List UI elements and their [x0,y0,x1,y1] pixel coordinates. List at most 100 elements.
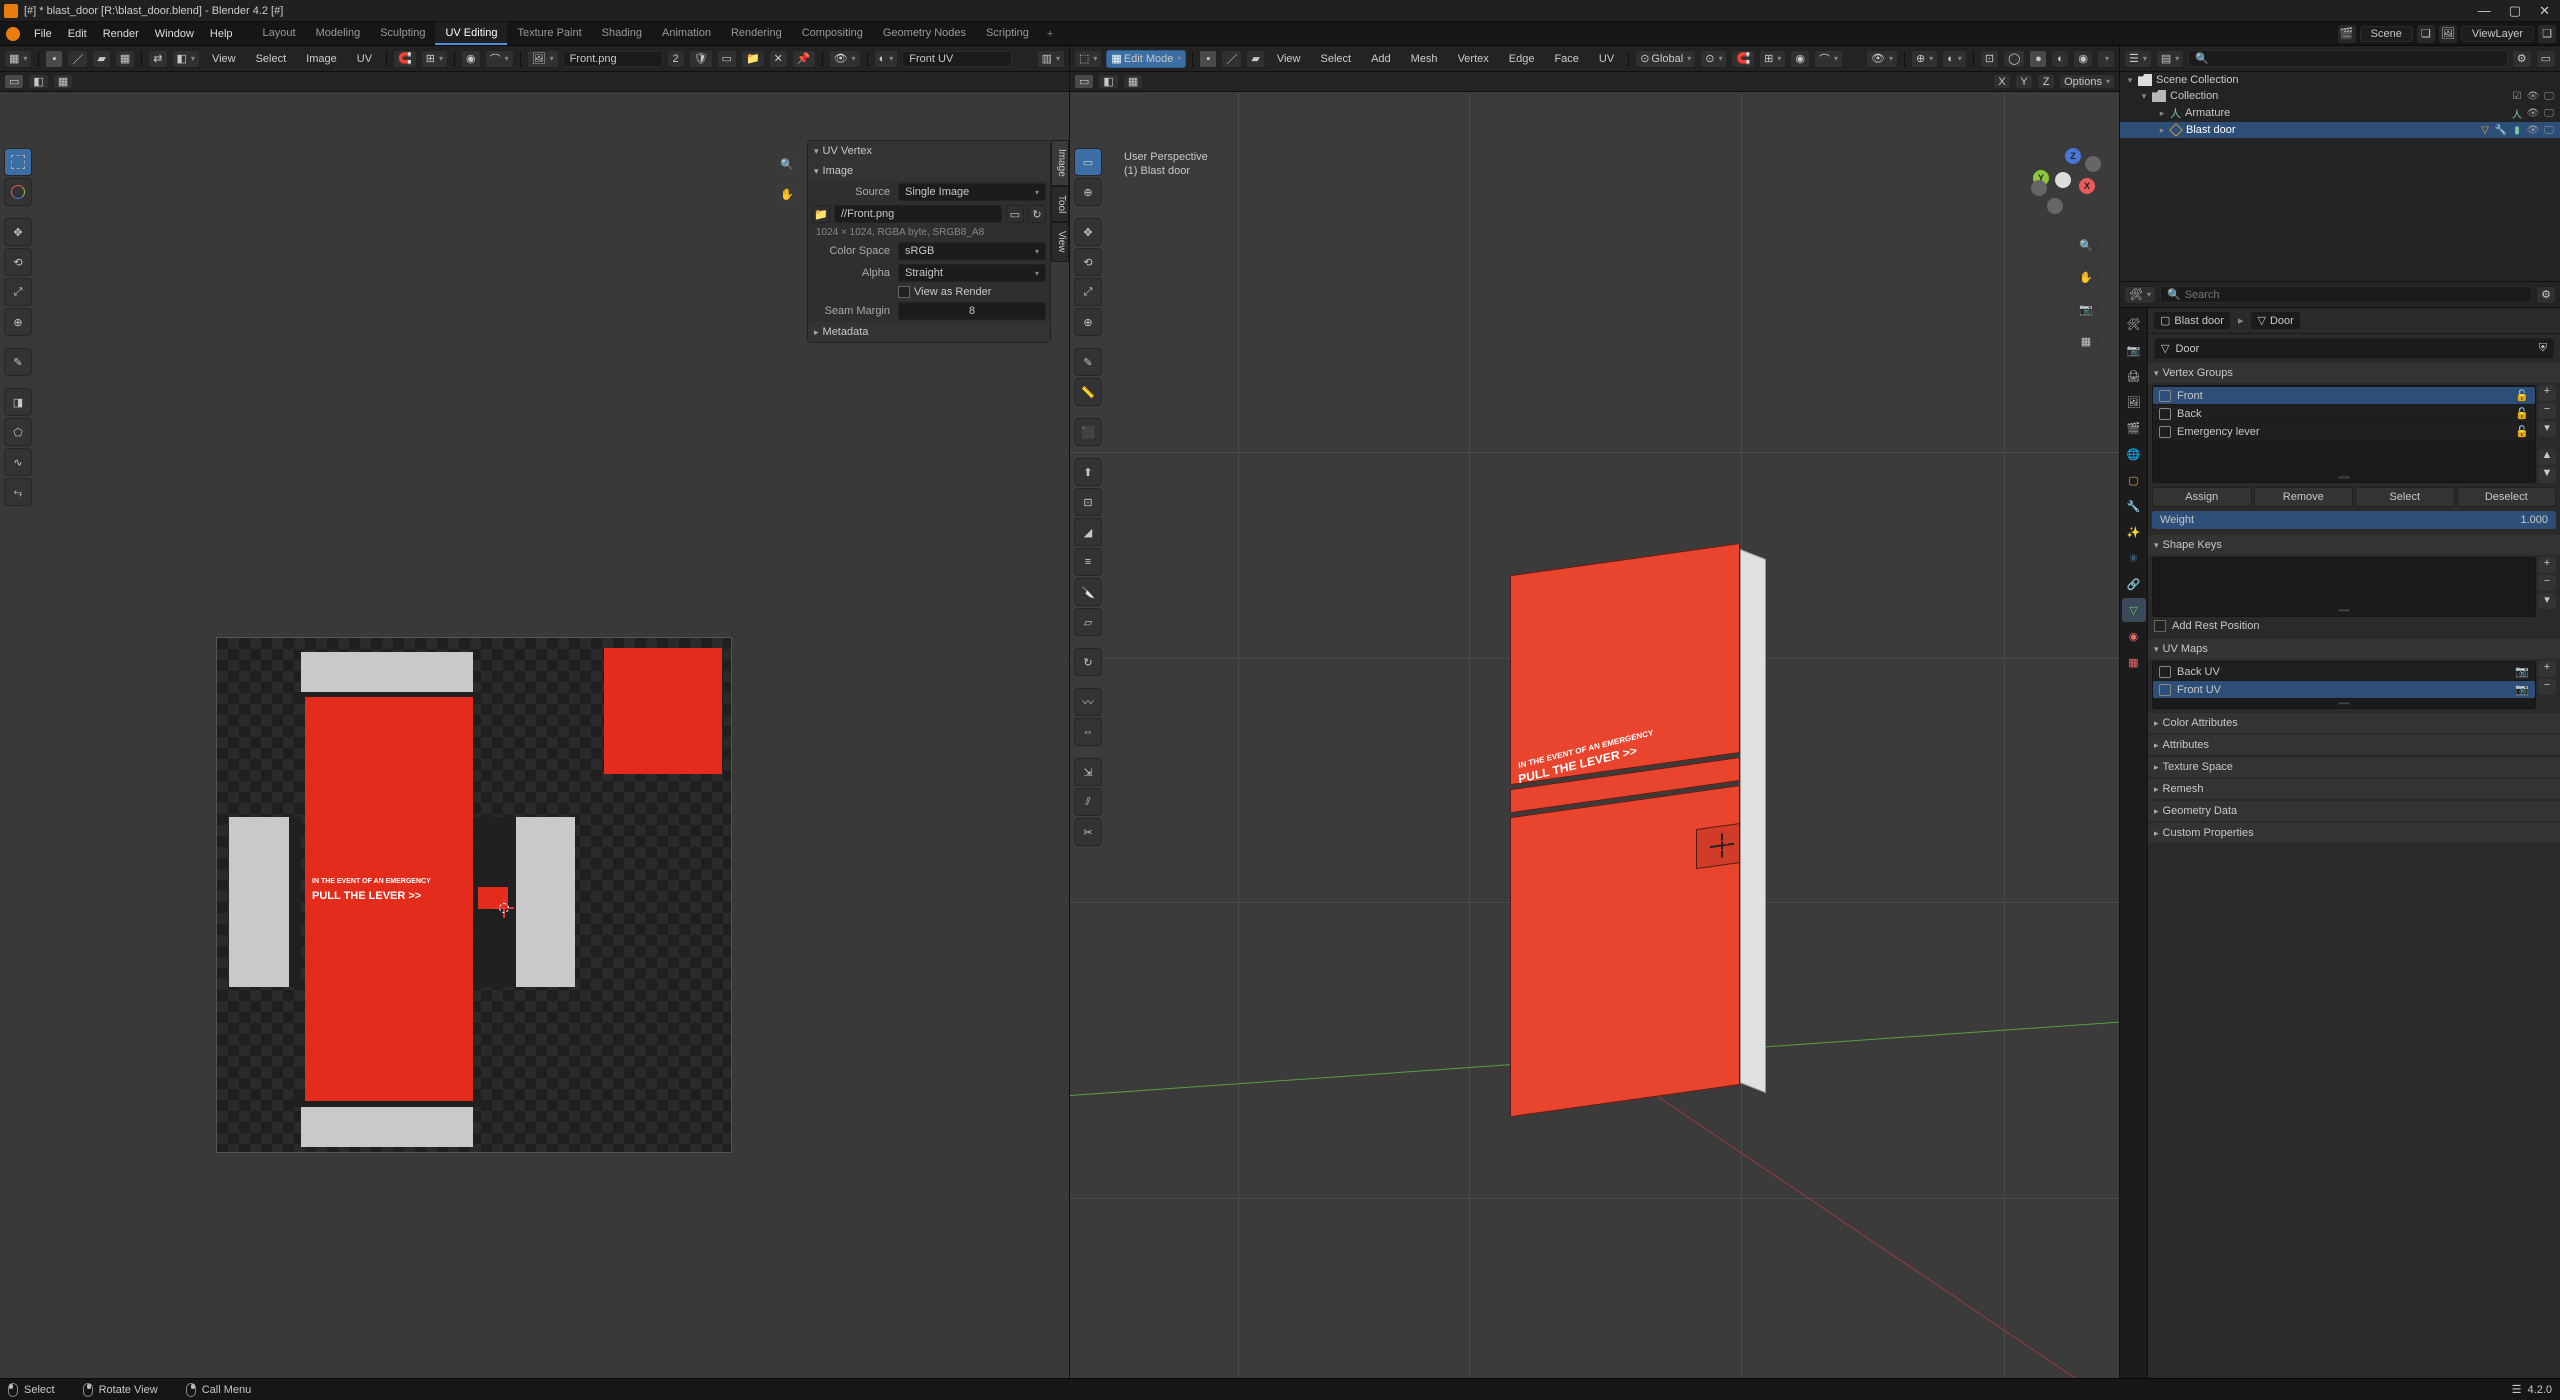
mesh-name-field[interactable]: ▽ Door⛨ [2154,338,2554,359]
properties-options[interactable]: ⚙ [2536,286,2556,304]
uv-select-mode-island[interactable]: ▦ [115,50,135,68]
menu-help[interactable]: Help [202,28,241,40]
gizmo-neg-x[interactable] [2031,180,2047,196]
uv-toolsetting-1[interactable]: ▭ [4,74,24,89]
menu-window[interactable]: Window [147,28,202,40]
vgroup-item-back[interactable]: Back🔓 [2153,405,2535,422]
uvmap-remove-button[interactable]: − [2538,679,2556,695]
outliner-display-mode[interactable]: ▤▾ [2156,50,2184,68]
uv-alpha-select[interactable]: Straight▾ [898,264,1046,282]
uv-toolsetting-3[interactable]: ▦ [53,74,73,89]
uv-tool-rip[interactable]: ◨ [4,388,32,416]
vp-tool-move[interactable]: ✥ [1074,218,1102,246]
scene-name-field[interactable]: Scene [2360,26,2413,42]
uv-tool-transform[interactable]: ⊕ [4,308,32,336]
properties-editor-type[interactable]: 🛠▾ [2124,286,2156,304]
outliner-row-blast-door[interactable]: ▸ Blast door ▽🔧▮👁🖵 [2120,122,2560,138]
panel-uvmaps-header[interactable]: ▾UV Maps [2148,639,2560,659]
workspace-tab-geometry-nodes[interactable]: Geometry Nodes [873,22,976,45]
gizmo-neg-y[interactable] [2085,156,2101,172]
vp-camera-button[interactable]: 📷 [2073,296,2099,322]
workspace-tab-layout[interactable]: Layout [253,22,306,45]
vp-shading-material[interactable]: ◐ [2051,50,2069,68]
uv-overlays-dropdown[interactable]: ▥▾ [1037,50,1065,68]
vp-tool-knife[interactable]: 🔪 [1074,578,1102,606]
menu-file[interactable]: File [26,28,60,40]
armature-data-icon[interactable]: 人 [2510,106,2524,120]
uv-menu-uv[interactable]: UV [349,53,380,65]
vp-shading-wire[interactable]: ◯ [2003,50,2025,68]
gizmo-x-axis[interactable]: X [2079,178,2095,194]
gizmo-neg-z[interactable] [2047,198,2063,214]
vp-tool-edgeslide[interactable]: ⇔ [1074,718,1102,746]
vgroup-move-down[interactable]: ▼ [2538,467,2556,483]
vp-snap-type[interactable]: ⊞▾ [1759,50,1786,68]
window-minimize-button[interactable]: — [2478,3,2491,19]
prop-tab-scene[interactable]: 🎬 [2122,416,2146,440]
uvmap-item-front[interactable]: Front UV📷 [2153,681,2535,698]
vp-xyz-y[interactable]: Y [2015,74,2033,89]
scene-browse-icon[interactable]: 🎬 [2338,25,2356,43]
vp-menu-view[interactable]: View [1269,53,1309,65]
mode-selector[interactable]: ▦ Edit Mode▾ [1106,50,1186,68]
prop-tab-viewlayer[interactable]: 🖼 [2122,390,2146,414]
uv-snap-toggle[interactable]: 🧲 [393,50,417,68]
vp-menu-uv[interactable]: UV [1591,53,1622,65]
uv-canvas-area[interactable]: ✥ ⟲ ⤢ ⊕ ✎ ◨ ⬠ ∿ ⥆ 🔍 ✋ [0,92,1069,1378]
collection-exclude-checkbox[interactable]: ☑ [2510,89,2524,103]
vp-menu-mesh[interactable]: Mesh [1403,53,1446,65]
uv-image-browse[interactable]: 🖼▾ [527,50,559,68]
uv-tool-rotate[interactable]: ⟲ [4,248,32,276]
uv-filepath-field[interactable]: //Front.png [834,205,1002,223]
modifier-icon[interactable]: 🔧 [2494,123,2508,137]
vp-tool-bevel[interactable]: ◢ [1074,518,1102,546]
outliner-row-scene[interactable]: ▾ Scene Collection [2120,72,2560,88]
panel-vertex-groups-header[interactable]: ▾Vertex Groups [2148,363,2560,383]
scene-new-button[interactable]: ❏ [2417,25,2435,43]
uv-zoom-button[interactable]: 🔍 [775,152,799,176]
uv-tool-move[interactable]: ✥ [4,218,32,246]
uv-source-select[interactable]: Single Image▾ [898,183,1046,201]
vp-menu-add[interactable]: Add [1363,53,1399,65]
vp-tool-spin[interactable]: ↻ [1074,648,1102,676]
breadcrumb-object[interactable]: ▢ Blast door [2154,312,2230,329]
uv-image-pin[interactable]: 📌 [792,50,816,68]
lock-icon[interactable]: 🔓 [2515,389,2529,402]
prop-tab-modifier[interactable]: 🔧 [2122,494,2146,518]
editor-type-selector-3d[interactable]: ⬚▾ [1074,50,1102,68]
workspace-tab-uv-editing[interactable]: UV Editing [435,22,507,45]
vp-shading-dropdown[interactable]: ▾ [2097,50,2115,68]
uv-tool-relax[interactable]: ∿ [4,448,32,476]
armature-disable-icon[interactable]: 🖵 [2542,106,2556,120]
uv-tool-scale[interactable]: ⤢ [4,278,32,306]
uv-proportional-falloff[interactable]: ⌒▾ [485,50,514,68]
object-hide-icon[interactable]: 👁 [2526,123,2540,137]
uv-image-unlink[interactable]: ✕ [769,50,788,68]
uv-proportional-toggle[interactable]: ◉ [461,50,481,68]
mesh-data-icon[interactable]: ▽ [2478,123,2492,137]
uv-image-open[interactable]: 📁 [741,50,765,68]
vp-toolsetting-2[interactable]: ◧ [1098,74,1118,89]
add-rest-position-checkbox[interactable] [2154,620,2166,632]
vp-tool-transform[interactable]: ⊕ [1074,308,1102,336]
vgroup-specials-button[interactable]: ▾ [2538,421,2556,437]
render-uv-icon[interactable]: 📷 [2515,665,2529,678]
collection-hide-icon[interactable]: 👁 [2526,89,2540,103]
vp-gizmo-toggle[interactable]: ⊕▾ [1911,50,1938,68]
vgroup-add-button[interactable]: + [2538,385,2556,401]
uv-panel-uv-vertex[interactable]: ▾UV Vertex [808,141,1050,161]
uv-filepath-reload[interactable]: ↻ [1028,205,1046,223]
prop-tab-output[interactable]: 🖨 [2122,364,2146,388]
panel-custom-props-header[interactable]: ▸Custom Properties [2148,823,2560,843]
uv-sidebar-tab-tool[interactable]: Tool [1051,186,1069,222]
uv-image-new[interactable]: ▭ [717,50,737,68]
shapekey-remove-button[interactable]: − [2538,575,2556,591]
uv-menu-image[interactable]: Image [298,53,345,65]
vp-orientation[interactable]: ⊙ Global▾ [1635,50,1696,68]
mesh-select-vertex[interactable]: ▪ [1199,50,1217,68]
uv-filepath-open[interactable]: ▭ [1006,205,1024,223]
vgroup-weight-slider[interactable]: Weight 1.000 [2152,511,2556,529]
window-maximize-button[interactable]: ▢ [2509,3,2521,19]
viewport-canvas[interactable]: ▭ ⊕ ✥ ⟲ ⤢ ⊕ ✎ 📏 ⬛ ⬆ ⊡ ◢ ≡ 🔪 ▱ ↻ [1070,92,2119,1378]
gizmo-z-axis[interactable]: Z [2065,148,2081,164]
